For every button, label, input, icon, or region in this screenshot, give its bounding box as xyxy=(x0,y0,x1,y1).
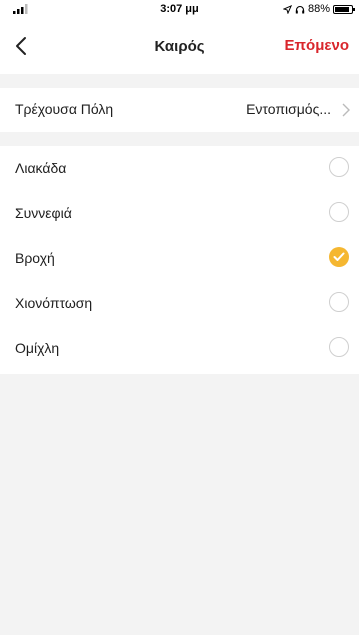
status-bar: 3:07 μμ 88% xyxy=(0,0,359,18)
current-city-label: Τρέχουσα Πόλη xyxy=(15,101,114,117)
navigation-bar: Καιρός Επόμενο xyxy=(0,18,359,74)
weather-option-label: Χιονόπτωση xyxy=(15,295,93,311)
radio-checked-icon[interactable] xyxy=(329,247,349,267)
radio-unchecked-icon[interactable] xyxy=(329,157,349,177)
battery-icon xyxy=(333,4,355,14)
radio-unchecked-icon[interactable] xyxy=(329,337,349,357)
headphones-icon xyxy=(295,5,305,13)
checkmark-icon xyxy=(333,252,345,261)
battery-percent: 88% xyxy=(307,3,330,15)
next-button[interactable]: Επόμενο xyxy=(285,37,349,54)
radio-unchecked-icon[interactable] xyxy=(329,202,349,222)
weather-option-rain[interactable]: Βροχή xyxy=(0,236,359,282)
weather-option-label: Συννεφιά xyxy=(15,205,72,221)
current-city-row[interactable]: Τρέχουσα Πόλη Εντοπισμός... xyxy=(0,88,359,132)
weather-option-fog[interactable]: Ομίχλη xyxy=(0,326,359,372)
current-city-value: Εντοπισμός... xyxy=(246,101,331,117)
weather-option-snow[interactable]: Χιονόπτωση xyxy=(0,281,359,327)
weather-option-label: Ομίχλη xyxy=(15,340,60,356)
status-right-group: 88% xyxy=(282,3,355,15)
weather-option-label: Λιακάδα xyxy=(15,160,67,176)
weather-option-label: Βροχή xyxy=(15,250,55,266)
radio-unchecked-icon[interactable] xyxy=(329,292,349,312)
weather-option-sunny[interactable]: Λιακάδα xyxy=(0,146,359,192)
weather-option-cloudy[interactable]: Συννεφιά xyxy=(0,191,359,237)
chevron-right-icon xyxy=(342,103,350,117)
location-arrow-icon xyxy=(282,4,292,14)
weather-options-list: Λιακάδα Συννεφιά Βροχή Χιονόπτωση Ομίχλη xyxy=(0,146,359,374)
